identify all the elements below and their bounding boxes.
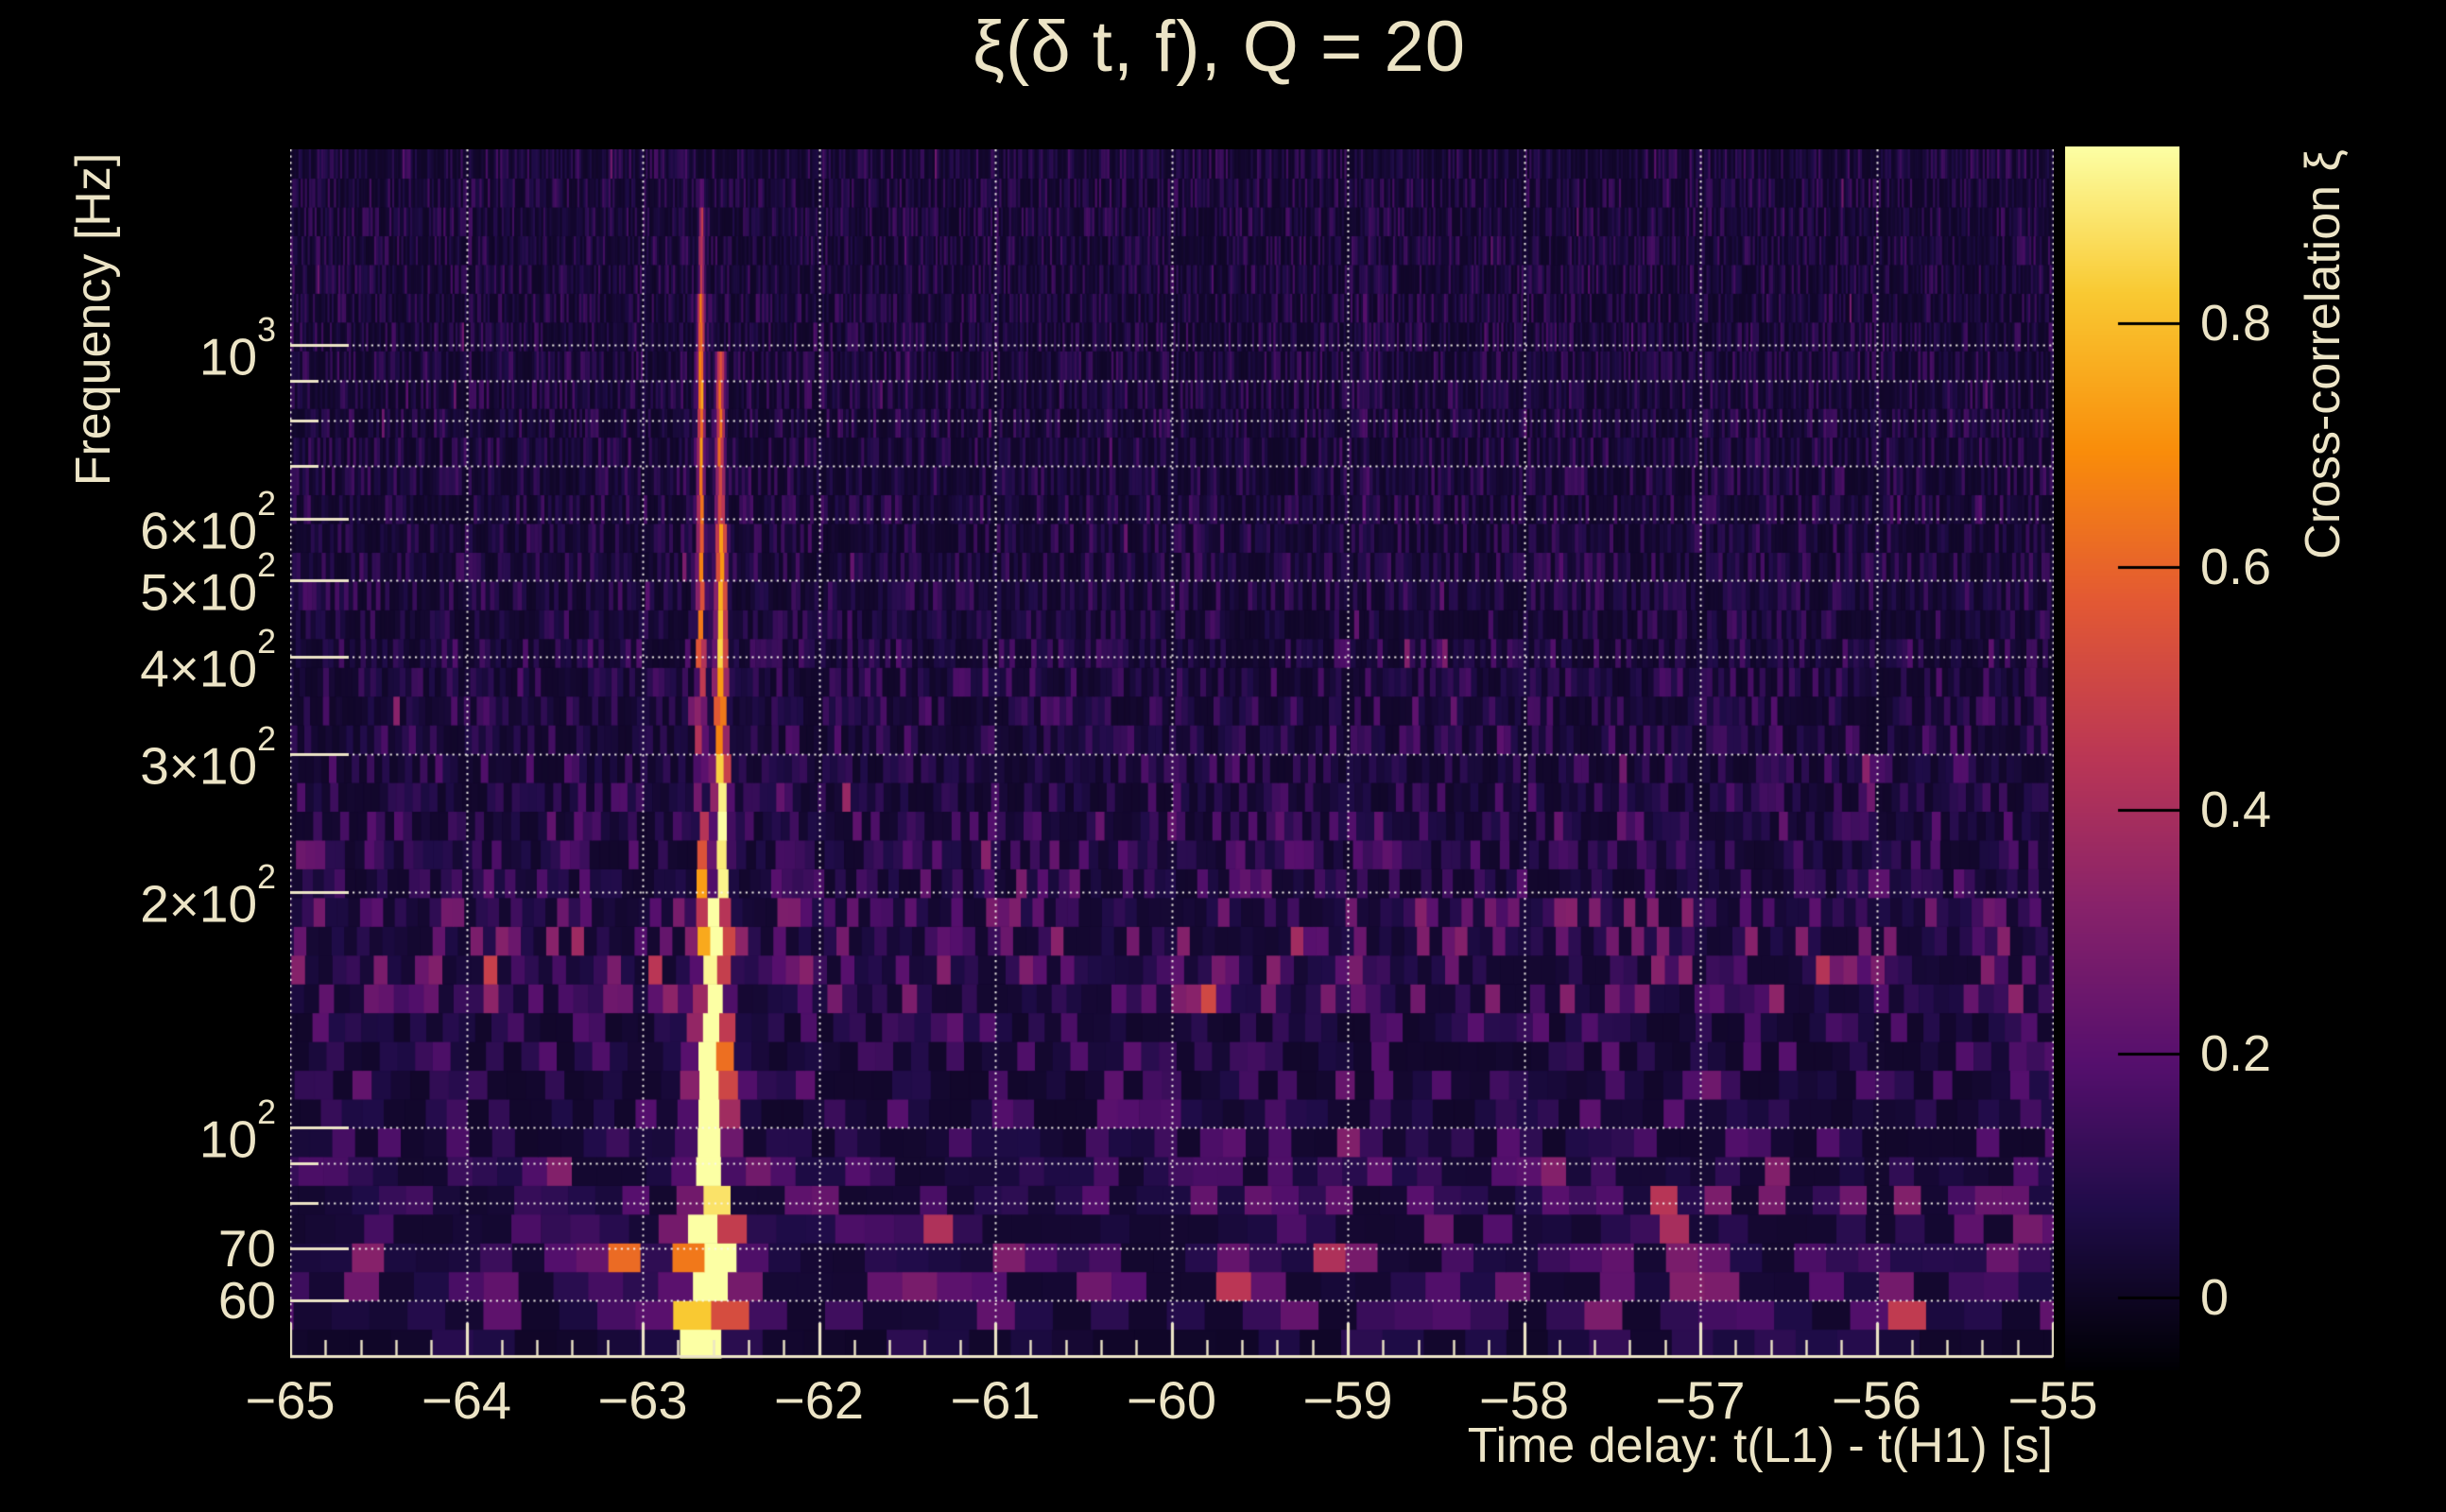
colorbar-tick-label: 0.4 — [2200, 782, 2272, 839]
y-tick-label: 6×102 — [140, 484, 276, 560]
x-tick-label: −61 — [950, 1370, 1041, 1430]
y-tick-label: 102 — [198, 1092, 276, 1169]
colorbar-title: Cross-correlation ξ — [2296, 149, 2351, 559]
y-tick-label: 4×102 — [140, 622, 276, 697]
spectrogram-canvas — [290, 149, 2054, 1359]
x-tick-label: −59 — [1302, 1370, 1393, 1430]
y-tick-label: 5×102 — [140, 546, 276, 622]
x-tick-label: −62 — [774, 1370, 864, 1430]
x-tick-label: −57 — [1655, 1370, 1746, 1430]
colorbar-tick-label: 0.8 — [2200, 294, 2272, 352]
x-tick-label: −65 — [245, 1370, 336, 1430]
y-tick-label: 2×102 — [140, 857, 276, 934]
colorbar-canvas — [2065, 146, 2179, 1370]
x-tick-label: −63 — [597, 1370, 688, 1430]
colorbar-tick-label: 0.6 — [2200, 538, 2272, 595]
x-tick-label: −56 — [1832, 1370, 1921, 1430]
x-tick-label: −58 — [1479, 1370, 1569, 1430]
x-tick-label: −60 — [1127, 1370, 1216, 1430]
x-tick-label: −55 — [2007, 1370, 2098, 1430]
x-tick-label: −64 — [422, 1370, 511, 1430]
y-tick-label: 3×102 — [140, 719, 276, 796]
plot-title: ξ(δ t, f), Q = 20 — [972, 7, 1467, 87]
colorbar-tick-label: 0 — [2200, 1268, 2230, 1326]
y-tick-label: 103 — [198, 311, 276, 387]
colorbar-tick-label: 0.2 — [2200, 1024, 2272, 1082]
y-tick-label: 60 — [217, 1271, 276, 1331]
